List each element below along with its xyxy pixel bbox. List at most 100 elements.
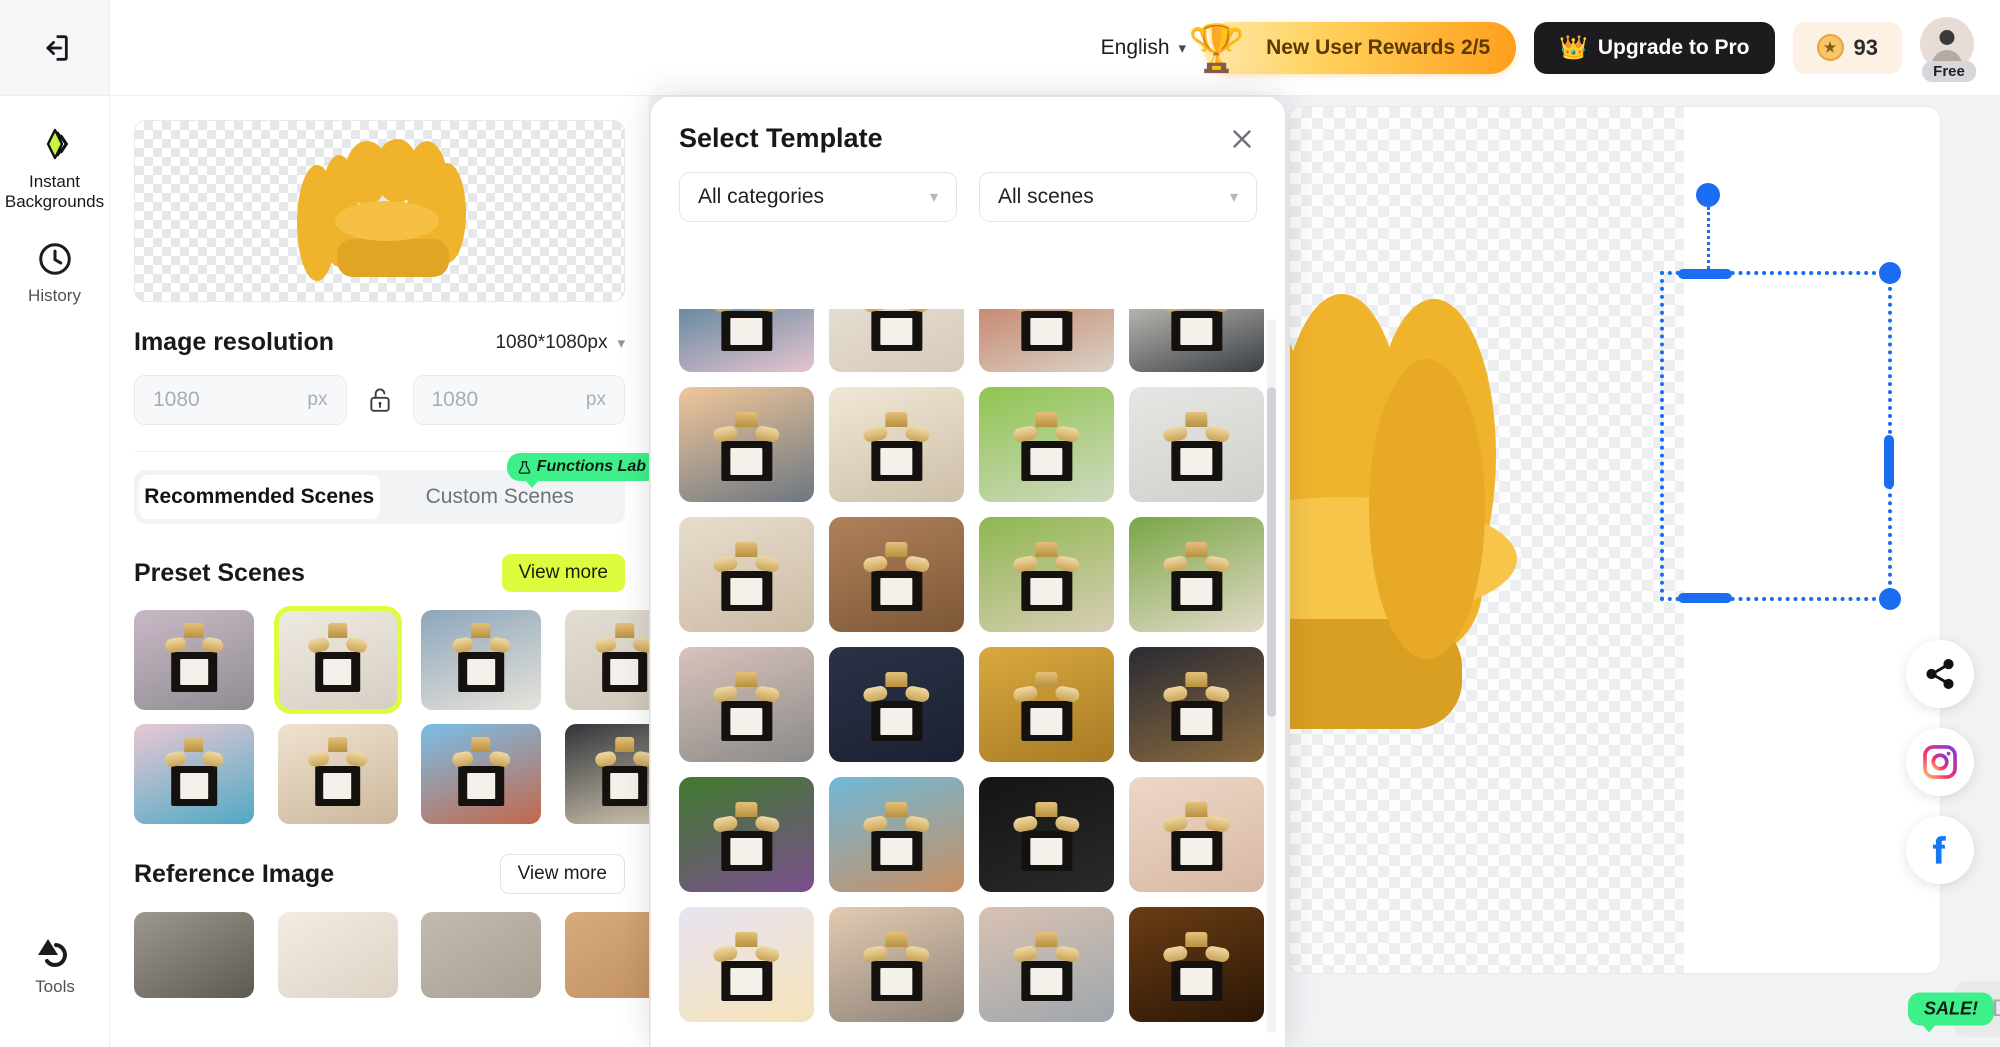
bottle-cap xyxy=(1186,932,1208,947)
close-icon[interactable] xyxy=(1227,124,1257,154)
sidebar-item-label: History xyxy=(28,286,81,306)
template-thumbnail[interactable] xyxy=(829,777,964,892)
scene-select[interactable]: All scenes ▾ xyxy=(979,172,1257,222)
gold-bow xyxy=(1171,557,1222,571)
functions-lab-badge[interactable]: Functions Lab xyxy=(507,453,650,481)
resize-handle-bottom[interactable] xyxy=(1678,593,1732,603)
coin-icon: ★ xyxy=(1817,34,1844,61)
category-select[interactable]: All categories ▾ xyxy=(679,172,957,222)
bottle-body xyxy=(1171,441,1222,481)
template-thumbnail[interactable] xyxy=(829,907,964,1022)
template-thumbnail[interactable] xyxy=(1129,517,1264,632)
template-thumbnail[interactable] xyxy=(1129,907,1264,1022)
preset-scene-thumbnail[interactable] xyxy=(421,610,541,710)
new-user-rewards-button[interactable]: 🏆 New User Rewards 2/5 xyxy=(1204,22,1516,74)
gold-bow xyxy=(1021,817,1072,831)
canvas-card[interactable] xyxy=(1289,106,1941,974)
template-thumbnail[interactable] xyxy=(1129,777,1264,892)
bottle-body xyxy=(871,311,922,351)
tab-custom-scenes[interactable]: Custom Scenes xyxy=(380,475,621,519)
resize-handle-top-right[interactable] xyxy=(1879,262,1901,284)
bottle-body xyxy=(721,831,772,871)
reference-image-thumbnail[interactable] xyxy=(134,912,254,998)
chevron-down-icon: ▾ xyxy=(617,334,625,352)
sidebar-item-instant-backgrounds[interactable]: InstantBackgrounds xyxy=(0,110,109,226)
select-template-dialog: Select Template All categories ▾ All sce… xyxy=(651,97,1285,1047)
template-thumbnail[interactable] xyxy=(829,647,964,762)
bottle-body xyxy=(871,831,922,871)
reference-image-thumbnail[interactable] xyxy=(278,912,398,998)
upgrade-to-pro-button[interactable]: 👑 Upgrade to Pro xyxy=(1534,22,1774,74)
scrollbar-thumb[interactable] xyxy=(1267,387,1276,717)
preset-scene-thumbnail[interactable] xyxy=(134,610,254,710)
rotate-handle[interactable] xyxy=(1696,183,1720,207)
template-thumbnail[interactable] xyxy=(679,647,814,762)
template-thumbnail[interactable] xyxy=(979,777,1114,892)
reference-image-thumbnail[interactable] xyxy=(565,912,651,998)
account-menu[interactable]: Free xyxy=(1920,17,1978,79)
template-thumbnail[interactable] xyxy=(829,387,964,502)
credits-value: 93 xyxy=(1854,35,1878,61)
template-thumbnail[interactable] xyxy=(1129,309,1264,372)
resize-handle-right[interactable] xyxy=(1884,435,1894,489)
perfume-bottle-graphic xyxy=(1171,802,1222,871)
template-thumbnail[interactable] xyxy=(679,517,814,632)
bottle-label xyxy=(1031,968,1063,994)
preset-scene-thumbnail[interactable] xyxy=(278,610,398,710)
share-button[interactable] xyxy=(1906,640,1974,708)
bottle-cap xyxy=(184,623,203,638)
template-scroll-area[interactable] xyxy=(651,309,1285,1047)
diamond-layers-icon xyxy=(35,124,75,164)
width-value: 1080 xyxy=(153,388,200,412)
language-selector[interactable]: English ▾ xyxy=(1101,36,1186,60)
sidebar-item-tools[interactable]: Tools xyxy=(0,917,110,1011)
template-thumbnail[interactable] xyxy=(1129,647,1264,762)
preset-scene-thumbnail[interactable] xyxy=(278,724,398,824)
tab-recommended-scenes[interactable]: Recommended Scenes xyxy=(139,475,380,519)
template-thumbnail[interactable] xyxy=(979,907,1114,1022)
dialog-filters: All categories ▾ All scenes ▾ xyxy=(651,154,1285,222)
template-thumbnail[interactable] xyxy=(979,309,1114,372)
reference-image-view-more-button[interactable]: View more xyxy=(500,854,625,894)
preset-scene-thumbnail[interactable] xyxy=(421,724,541,824)
source-image-preview[interactable] xyxy=(134,120,625,302)
instagram-button[interactable] xyxy=(1906,728,1974,796)
template-thumbnail[interactable] xyxy=(679,777,814,892)
gold-bow xyxy=(871,557,922,571)
template-thumbnail[interactable] xyxy=(679,387,814,502)
preset-scenes-view-more-button[interactable]: View more xyxy=(502,554,625,592)
preset-scene-thumbnail[interactable] xyxy=(565,724,651,824)
perfume-bottle-graphic xyxy=(721,932,772,1001)
preset-scene-thumbnail[interactable] xyxy=(134,724,254,824)
bottle-body xyxy=(721,961,772,1001)
bottle-label xyxy=(1031,708,1063,734)
reference-image-thumbnail[interactable] xyxy=(421,912,541,998)
bottle-body xyxy=(458,766,504,806)
sidebar-item-history[interactable]: History xyxy=(0,226,109,320)
template-thumbnail[interactable] xyxy=(829,309,964,372)
bottle-cap xyxy=(736,932,758,947)
template-thumbnail[interactable] xyxy=(829,517,964,632)
height-input[interactable]: 1080 px xyxy=(413,375,626,425)
template-thumbnail[interactable] xyxy=(679,309,814,372)
preset-scene-thumbnail[interactable] xyxy=(565,610,651,710)
bottle-body xyxy=(871,571,922,611)
aspect-lock-toggle[interactable] xyxy=(347,385,413,415)
template-thumbnail[interactable] xyxy=(979,647,1114,762)
perfume-bottle-graphic xyxy=(315,623,361,692)
bottle-label xyxy=(610,659,638,685)
width-input[interactable]: 1080 px xyxy=(134,375,347,425)
sidebar-item-label: InstantBackgrounds xyxy=(5,172,104,212)
template-thumbnail[interactable] xyxy=(679,907,814,1022)
resize-handle-top[interactable] xyxy=(1678,269,1732,279)
resolution-preset-select[interactable]: 1080*1080px ▾ xyxy=(495,332,625,354)
reference-image-header: Reference Image View more xyxy=(134,854,625,894)
collapse-sidebar-button[interactable] xyxy=(0,0,110,95)
template-thumbnail[interactable] xyxy=(979,517,1114,632)
resize-handle-bottom-right[interactable] xyxy=(1879,588,1901,610)
template-thumbnail[interactable] xyxy=(1129,387,1264,502)
template-thumbnail[interactable] xyxy=(979,387,1114,502)
yellow-armchair-on-canvas[interactable] xyxy=(1289,259,1682,759)
credits-balance[interactable]: ★ 93 xyxy=(1793,22,1902,74)
facebook-button[interactable] xyxy=(1906,816,1974,884)
